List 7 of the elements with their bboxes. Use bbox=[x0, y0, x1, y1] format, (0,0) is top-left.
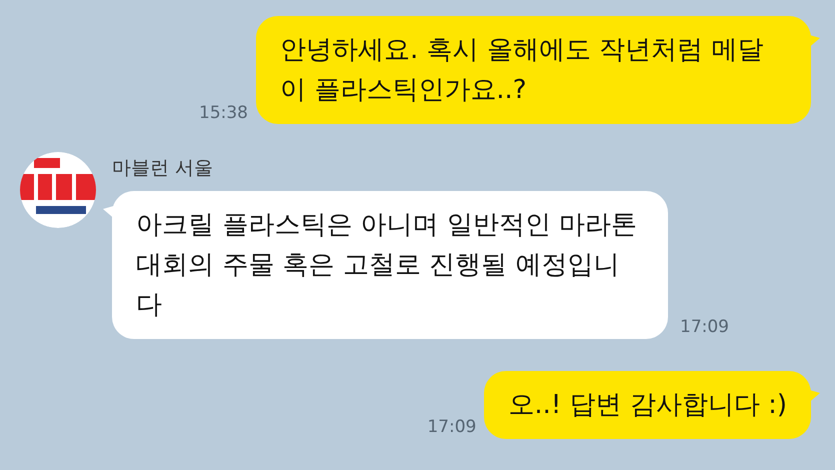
message-time: 17:09 bbox=[680, 316, 729, 339]
message-text: 오..! 답변 감사합니다 :) bbox=[508, 390, 787, 420]
sender-name: 마블런 서울 bbox=[112, 156, 214, 181]
message-time: 17:09 bbox=[427, 416, 476, 439]
message-text: 아크릴 플라스틱은 아니며 일반적인 마라톤 대회의 주물 혹은 고철로 진행될 예정입니다 bbox=[136, 210, 638, 320]
message-time: 15:38 bbox=[199, 102, 248, 124]
message-text: 안녕하세요. 혹시 올해에도 작년처럼 메달이 플라스틱인가요..? bbox=[280, 35, 764, 105]
